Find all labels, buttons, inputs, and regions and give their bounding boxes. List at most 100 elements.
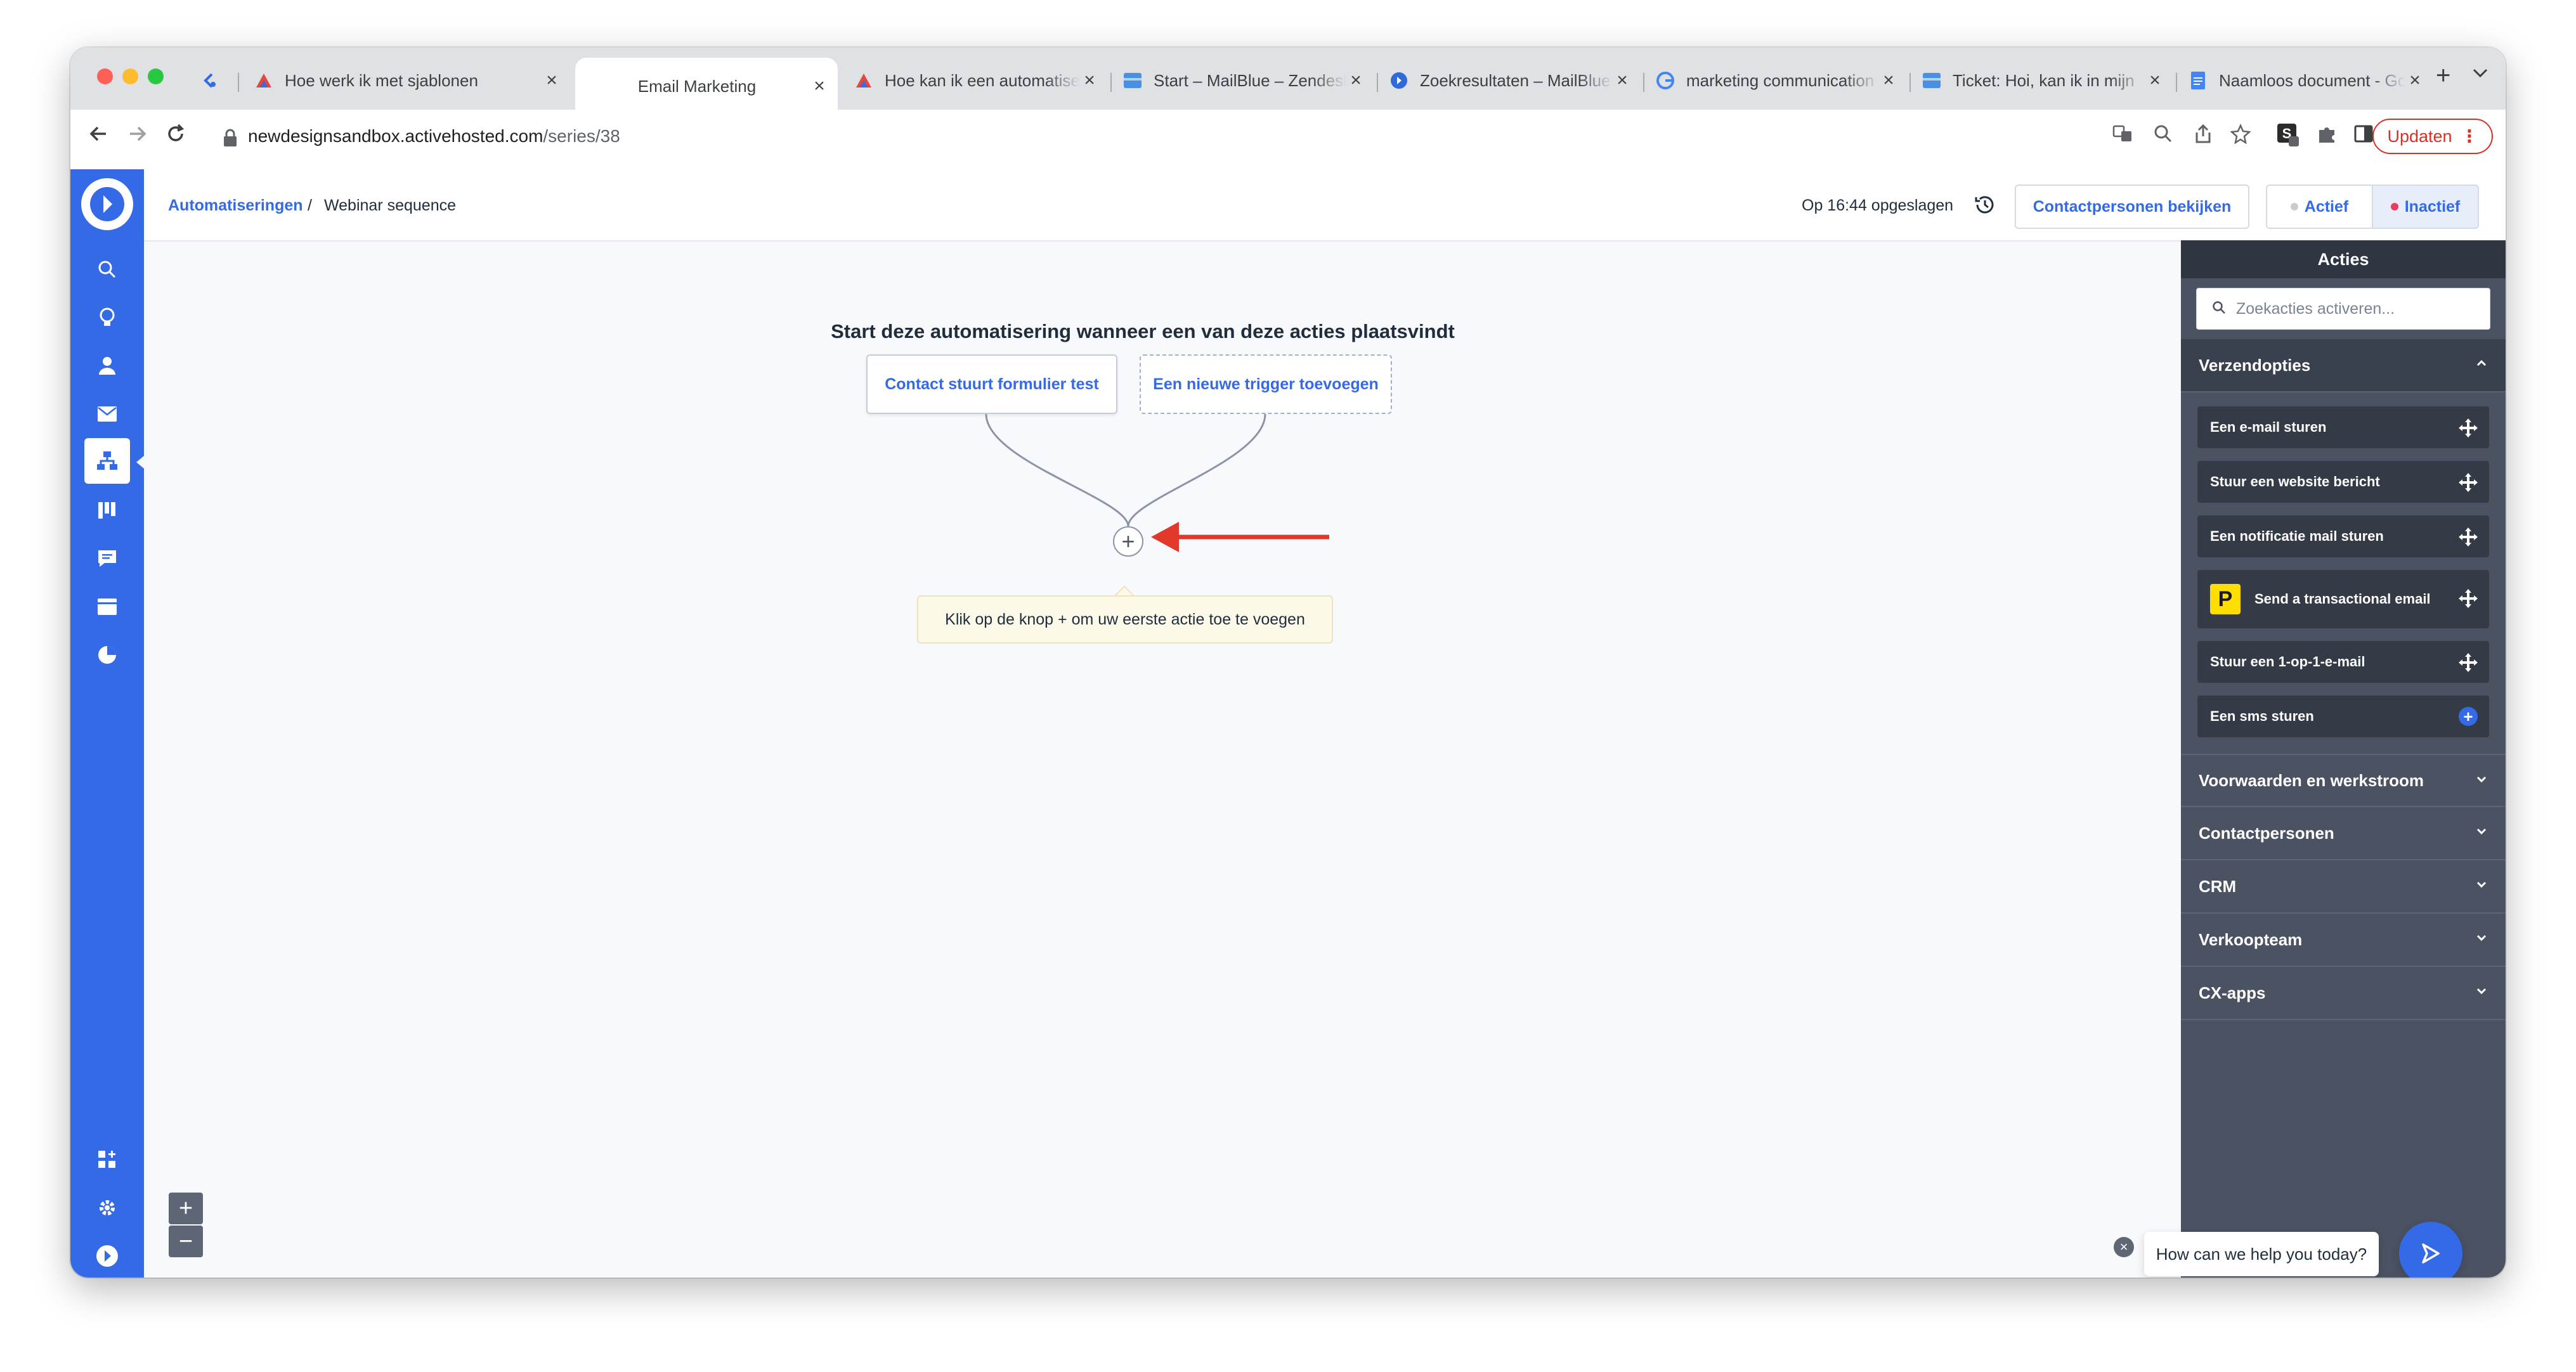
- zendesk-icon: [1123, 71, 1142, 90]
- back-icon[interactable]: [87, 122, 110, 151]
- drag-handle-icon[interactable]: [2459, 418, 2478, 441]
- send-icon: [2422, 1243, 2440, 1264]
- translate-icon[interactable]: [2112, 124, 2133, 149]
- section-sales-team[interactable]: Verkoopteam: [2181, 914, 2506, 967]
- action-one-to-one-email[interactable]: Stuur een 1-op-1-e-mail: [2197, 641, 2489, 683]
- tab-title: Email Marketing: [637, 76, 757, 96]
- tab-strip: Hoe werk ik met sjablonen × Email Market…: [70, 48, 2506, 110]
- actions-search[interactable]: [2196, 288, 2490, 330]
- tab-title: Hoe werk ik met sjablonen: [285, 70, 478, 90]
- tab-automatisering[interactable]: Hoe kan ik een automatisering ×: [845, 60, 1108, 101]
- action-transactional-email[interactable]: P Send a transactional email: [2197, 570, 2489, 628]
- inactive-label: Inactief: [2404, 197, 2461, 216]
- tab-search-chevron-icon[interactable]: [2471, 67, 2489, 82]
- plus-circle-icon[interactable]: +: [2459, 707, 2478, 726]
- reports-icon[interactable]: [92, 640, 122, 670]
- minimize-window-button[interactable]: [122, 68, 138, 84]
- share-icon[interactable]: [2194, 124, 2213, 149]
- mailblue-icon: [254, 71, 273, 90]
- forward-icon[interactable]: [126, 122, 149, 151]
- section-crm[interactable]: CRM: [2181, 860, 2506, 914]
- tab-zendesk-start[interactable]: Start – MailBlue – Zendesk ×: [1114, 60, 1374, 101]
- section-label: Verkoopteam: [2199, 929, 2303, 949]
- tab-title: Hoe kan ik een automatisering: [885, 70, 1080, 90]
- action-label: Send a transactional email: [2254, 591, 2431, 607]
- close-window-button[interactable]: [97, 68, 113, 84]
- side-panel-icon[interactable]: [2353, 124, 2374, 149]
- section-conditions-workflow[interactable]: Voorwaarden en werkstroom: [2181, 754, 2506, 807]
- close-tab-icon[interactable]: ×: [1613, 70, 1632, 91]
- close-tab-icon[interactable]: ×: [2405, 70, 2424, 91]
- close-tab-icon[interactable]: ×: [542, 70, 561, 91]
- zoom-window-button[interactable]: [148, 68, 164, 84]
- tab-ticket[interactable]: Ticket: Hoi, kan ik in mijn ×: [1913, 60, 2173, 101]
- lock-icon[interactable]: [223, 129, 238, 151]
- add-action-button[interactable]: +: [1113, 526, 1143, 557]
- tab-pinned-activecampaign[interactable]: [191, 60, 229, 101]
- mailblue-icon: [854, 71, 873, 90]
- extension-s-icon[interactable]: S: [2277, 124, 2300, 152]
- address-bar[interactable]: newdesignsandbox.activehosted.com/series…: [248, 126, 620, 146]
- close-tab-icon[interactable]: ×: [2145, 70, 2164, 91]
- actions-search-input[interactable]: [2235, 299, 2478, 319]
- browser-toolbar: newdesignsandbox.activehosted.com/series…: [70, 110, 2506, 171]
- action-label: Stuur een 1-op-1-e-mail: [2210, 654, 2365, 670]
- active-dot: [2290, 203, 2298, 210]
- apps-icon[interactable]: [92, 1144, 122, 1175]
- tab-naamloos-document[interactable]: Naamloos document - Google Docs ×: [2180, 60, 2433, 101]
- drag-handle-icon[interactable]: [2459, 473, 2478, 496]
- close-tab-icon[interactable]: ×: [810, 75, 829, 97]
- actions-panel-title: Acties: [2181, 240, 2506, 278]
- status-active-option[interactable]: Actief: [2267, 186, 2372, 228]
- zoom-out-button[interactable]: −: [169, 1226, 203, 1257]
- inactive-dot: [2390, 203, 2398, 210]
- action-label: Een e-mail sturen: [2210, 419, 2327, 435]
- postmark-logo: P: [2210, 584, 2241, 614]
- new-tab-button[interactable]: +: [2436, 61, 2450, 90]
- update-browser-button[interactable]: Updaten ⋮: [2372, 119, 2493, 154]
- zoom-in-button[interactable]: +: [169, 1193, 203, 1224]
- section-cx-apps[interactable]: CX-apps: [2181, 967, 2506, 1020]
- zoom-icon[interactable]: [2153, 124, 2173, 149]
- action-label: Stuur een website bericht: [2210, 474, 2380, 489]
- tab-email-marketing[interactable]: Email Marketing ×: [575, 58, 838, 110]
- tab-sjablonen[interactable]: Hoe werk ik met sjablonen ×: [245, 60, 570, 101]
- action-site-message[interactable]: Stuur een website bericht: [2197, 461, 2489, 503]
- close-tab-icon[interactable]: ×: [1346, 70, 1365, 91]
- section-label: CX-apps: [2199, 983, 2266, 1002]
- tab-title: Naamloos document - Google Docs: [2219, 70, 2405, 90]
- tab-title: Zoekresultaten – MailBlue: [1420, 70, 1611, 90]
- drag-handle-icon[interactable]: [2459, 589, 2478, 612]
- bookmark-star-icon[interactable]: [2230, 123, 2251, 149]
- section-label: Voorwaarden en werkstroom: [2199, 770, 2424, 790]
- help-center-icon: [1389, 71, 1408, 90]
- search-icon: [2212, 301, 2226, 318]
- extensions-puzzle-icon[interactable]: [2317, 124, 2337, 149]
- action-send-email[interactable]: Een e-mail sturen: [2197, 406, 2489, 448]
- chevron-up-icon: [2474, 356, 2489, 375]
- tab-marketing-communication[interactable]: marketing communication ×: [1647, 60, 1907, 101]
- status-inactive-option[interactable]: Inactief: [2372, 186, 2478, 228]
- action-notification-email[interactable]: Een notificatie mail sturen: [2197, 515, 2489, 557]
- close-tab-icon[interactable]: ×: [1080, 70, 1099, 91]
- section-verzendopties[interactable]: Verzendopties: [2181, 339, 2506, 392]
- chevron-down-icon: [2474, 824, 2489, 843]
- reload-icon[interactable]: [164, 122, 187, 151]
- drag-handle-icon[interactable]: [2459, 653, 2478, 676]
- settings-icon[interactable]: [92, 1193, 122, 1223]
- chat-prompt[interactable]: How can we help you today?: [2144, 1232, 2379, 1276]
- status-toggle: Actief Inactief: [2266, 184, 2479, 229]
- chevron-down-icon: [2474, 772, 2489, 791]
- tab-zoekresultaten[interactable]: Zoekresultaten – MailBlue ×: [1381, 60, 1641, 101]
- active-label: Actief: [2304, 197, 2349, 216]
- actions-panel: Acties Verzendopties Een e-mail sturen: [2181, 240, 2506, 1278]
- tab-title: Ticket: Hoi, kan ik in mijn: [1953, 70, 2135, 90]
- chat-close-button[interactable]: ×: [2114, 1237, 2134, 1257]
- close-tab-icon[interactable]: ×: [1879, 70, 1898, 91]
- account-icon[interactable]: [92, 1241, 122, 1271]
- section-label: Verzendopties: [2199, 355, 2311, 375]
- action-send-sms[interactable]: Een sms sturen +: [2197, 696, 2489, 737]
- drag-handle-icon[interactable]: [2459, 527, 2478, 550]
- action-label: Een sms sturen: [2210, 708, 2314, 724]
- section-contacts[interactable]: Contactpersonen: [2181, 807, 2506, 860]
